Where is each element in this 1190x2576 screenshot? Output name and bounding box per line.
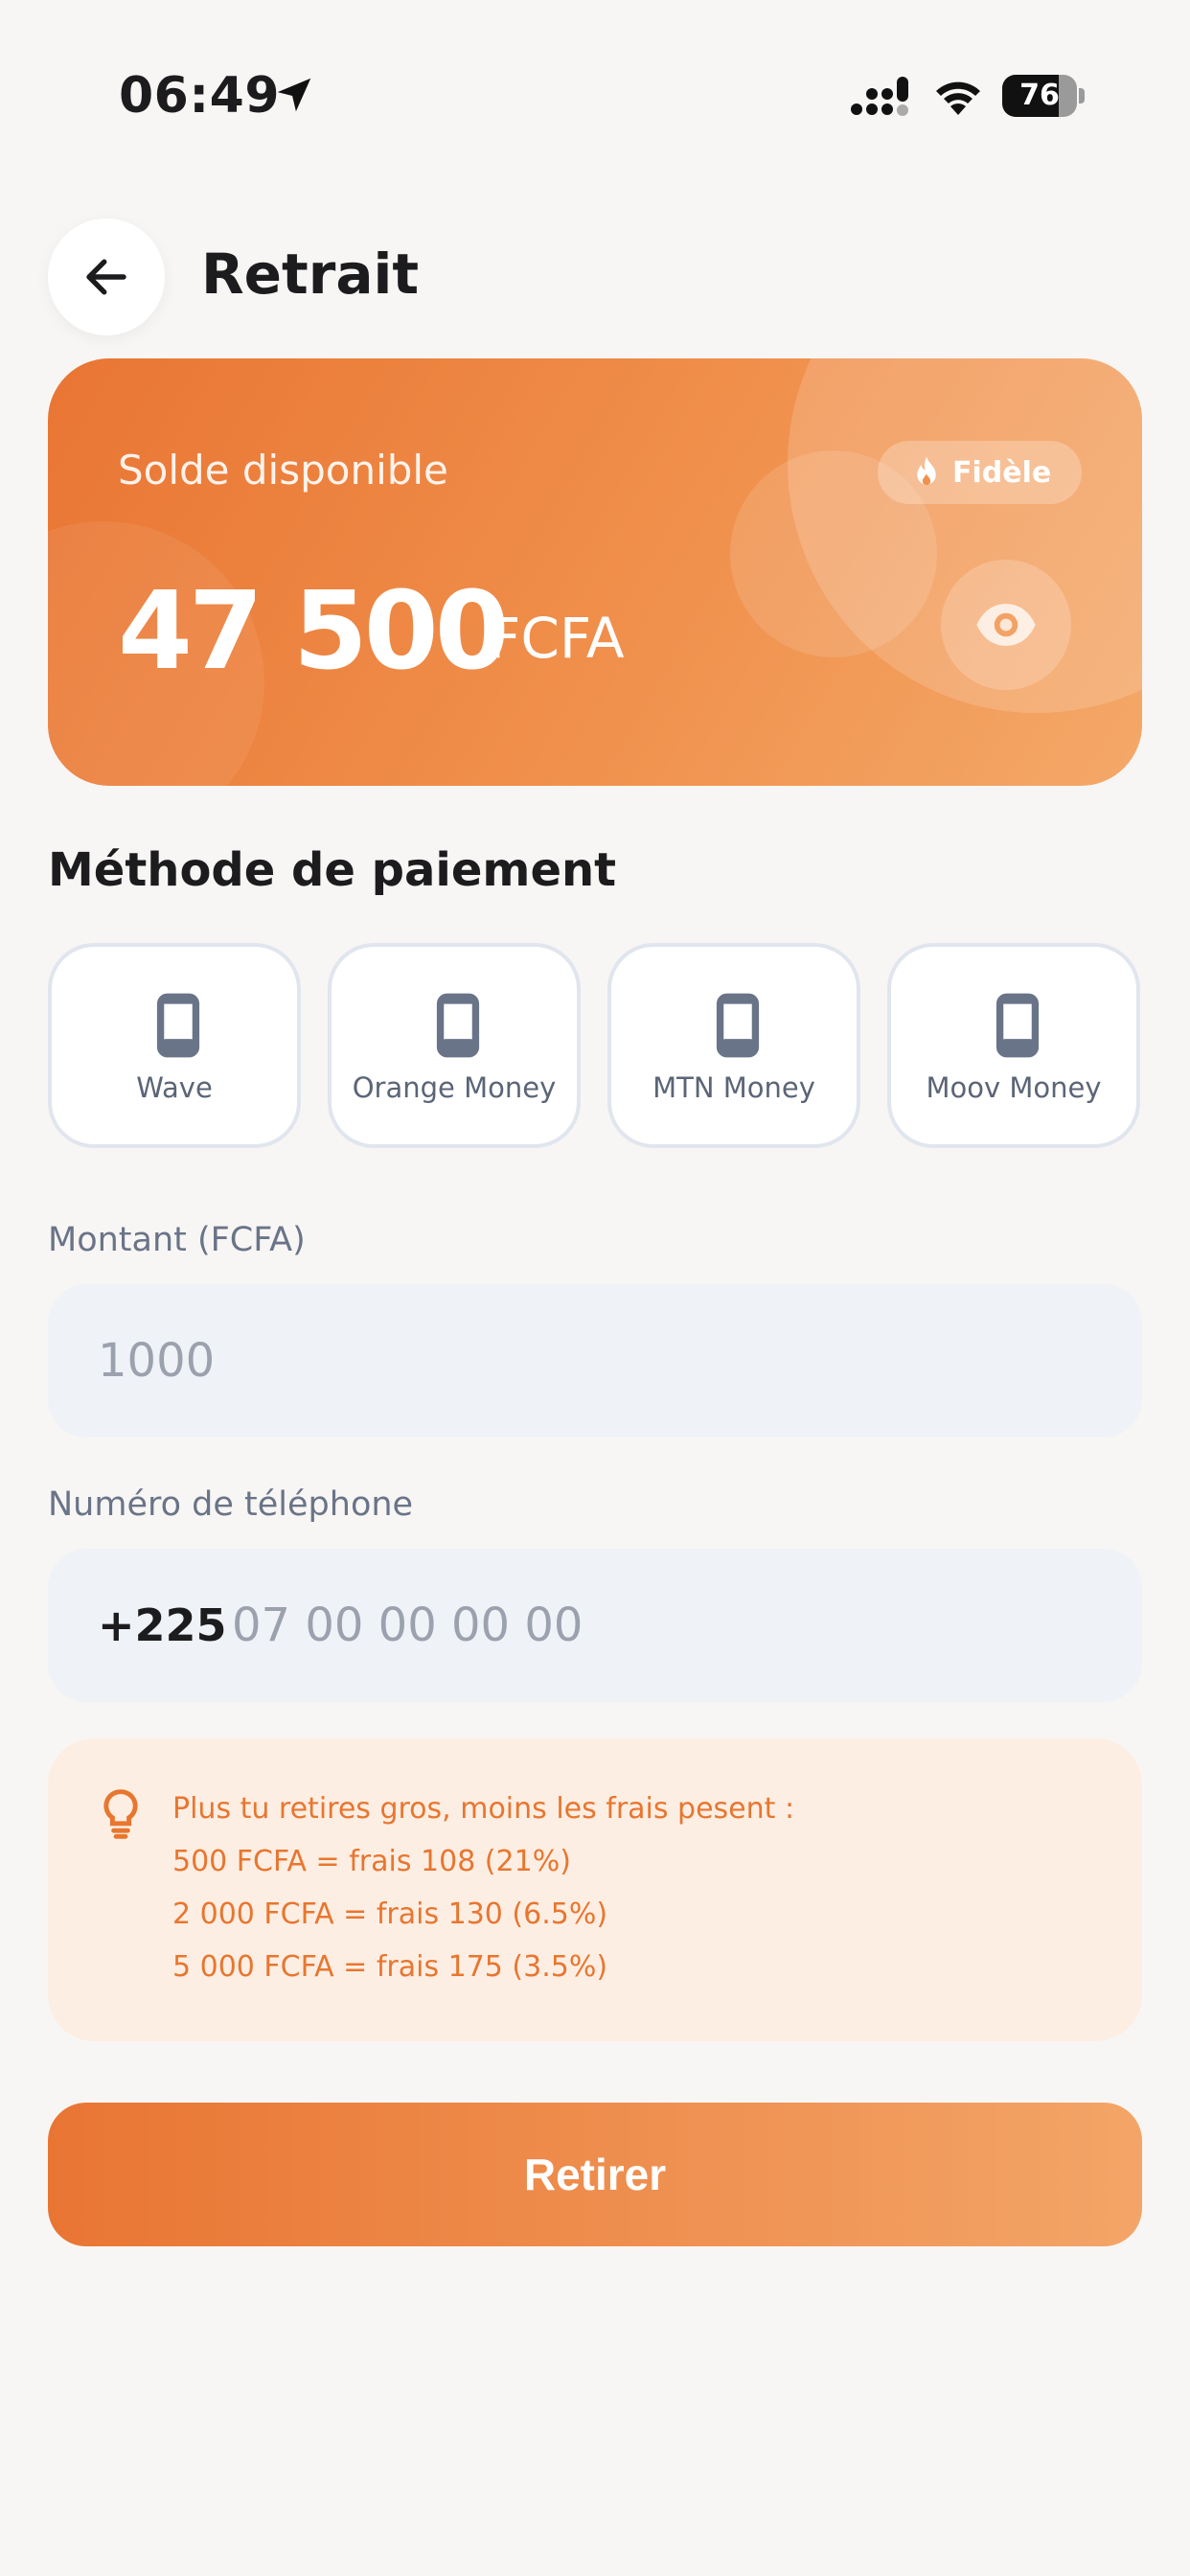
wifi-icon [936,81,980,115]
loyalty-badge: Fidèle [878,441,1083,504]
phone-field-label: Numéro de téléphone [48,1485,414,1524]
phone-icon [995,993,1040,1058]
arrow-left-icon [86,259,126,295]
phone-icon [156,993,200,1058]
withdraw-button[interactable]: Retirer [48,2103,1142,2246]
tip-line: 5 000 FCFA = frais 175 (3.5%) [172,1950,608,1984]
balance-currency: FCFA [489,606,625,671]
phone-icon [436,993,480,1058]
toggle-visibility-button[interactable] [941,560,1071,690]
balance-label: Solde disponible [118,447,448,494]
payment-method-wave[interactable]: Wave [48,943,301,1148]
payment-method-label: Orange Money [352,1071,557,1104]
payment-method-moov-money[interactable]: Moov Money [887,943,1140,1148]
phone-icon [716,993,760,1058]
amount-field-label: Montant (FCFA) [48,1221,306,1259]
battery-level: 76 [1019,79,1060,112]
balance-amount: 47 500 [118,569,510,694]
status-bar: 06:49 76 [0,0,1190,192]
page-title: Retrait [201,242,420,307]
tip-line: Plus tu retires gros, moins les frais pe… [172,1792,795,1826]
payment-method-orange-money[interactable]: Orange Money [328,943,581,1148]
withdraw-button-label: Retirer [523,2150,667,2199]
cellular-signal-icon [851,77,908,116]
status-time: 06:49 [119,67,281,125]
balance-card: Solde disponible Fidèle 47 500 FCFA [48,358,1142,786]
phone-input[interactable] [232,1549,1094,1702]
tip-line: 500 FCFA = frais 108 (21%) [172,1845,571,1878]
withdraw-screen: 06:49 76 Retrait Solde disponible Fidèle… [0,0,1190,2576]
eye-icon [976,604,1036,646]
country-code-prefix: +225 [98,1599,227,1651]
battery-indicator: 76 [1002,75,1085,117]
payment-method-label: Moov Money [926,1071,1102,1104]
amount-field-container [48,1284,1142,1438]
tip-line: 2 000 FCFA = frais 130 (6.5%) [172,1898,608,1931]
loyalty-badge-label: Fidèle [952,455,1052,490]
payment-method-mtn-money[interactable]: MTN Money [607,943,860,1148]
payment-method-title: Méthode de paiement [48,843,617,897]
flame-icon [917,456,936,486]
location-arrow-icon [277,78,311,112]
payment-method-label: MTN Money [652,1071,815,1104]
payment-method-label: Wave [136,1071,213,1104]
lightbulb-icon [103,1789,138,1839]
fee-tip-box: Plus tu retires gros, moins les frais pe… [48,1738,1142,2041]
amount-input[interactable] [98,1284,1056,1438]
back-button[interactable] [48,218,165,335]
phone-field-container: +225 [48,1549,1142,1702]
